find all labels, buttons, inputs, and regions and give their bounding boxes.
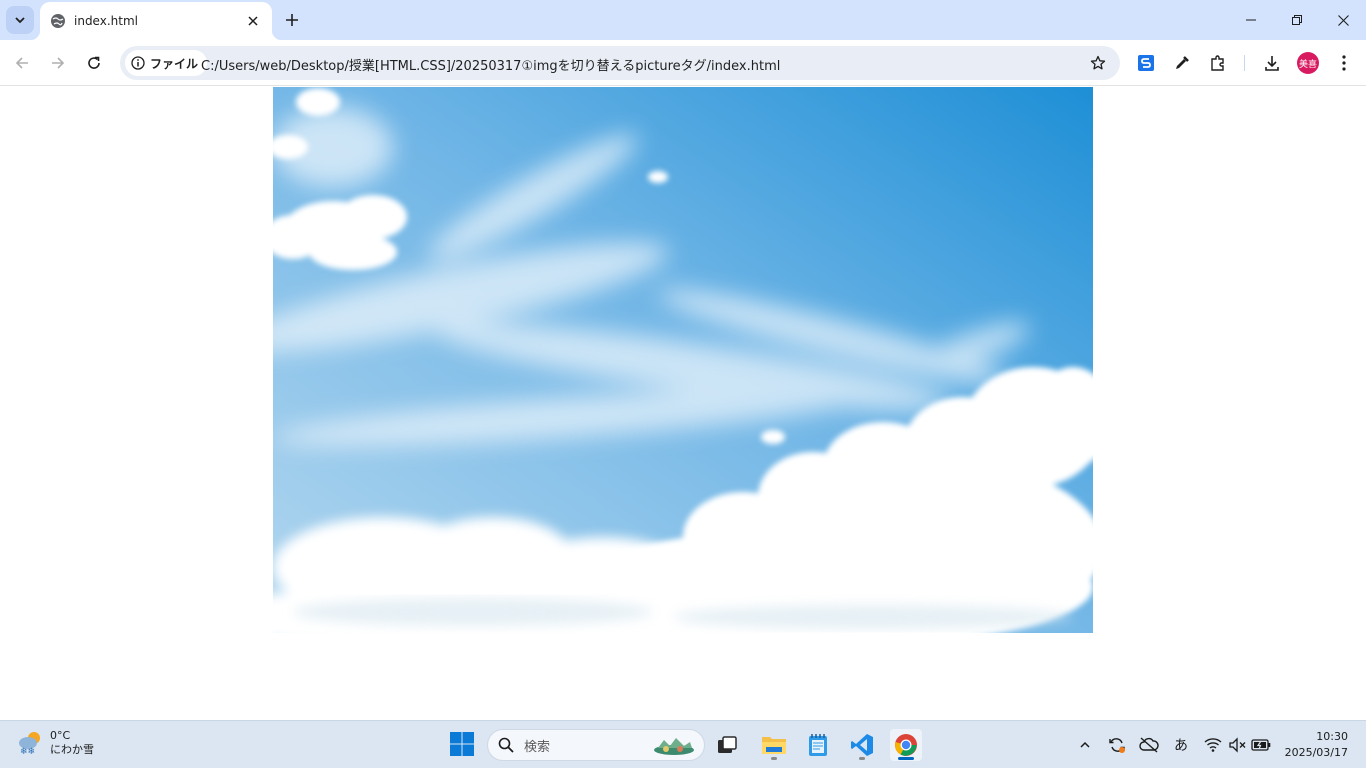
tab-title: index.html [74,14,138,28]
tab-strip: index.html [0,0,1366,40]
minimize-button[interactable] [1228,0,1274,40]
toolbar-separator [1244,55,1245,71]
arrow-left-icon [15,57,28,69]
browser-toolbar: ファイル C:/Users/web/Desktop/授業[HTML.CSS]/2… [0,40,1366,86]
extension-s-icon [1138,55,1154,71]
eyedropper-button[interactable] [1170,51,1194,75]
search-highlight-icon [654,738,694,755]
weather-widget[interactable]: ❄❄ 0°C にわか雪 [16,729,94,757]
info-icon [131,56,145,70]
plus-icon [286,14,298,26]
chevron-up-icon [1080,741,1090,748]
vscode-button[interactable] [846,729,878,761]
onedrive-button[interactable] [1139,735,1159,755]
battery-button[interactable] [1251,735,1271,755]
close-window-button[interactable] [1320,0,1366,40]
tab-active[interactable]: index.html [30,2,282,40]
star-icon [1090,55,1106,70]
minimize-icon [1246,19,1256,21]
back-button[interactable] [8,49,36,77]
bookmark-button[interactable] [1088,53,1108,73]
restore-button[interactable] [1274,0,1320,40]
app-running-indicator [771,757,777,760]
snow-cloud-icon: ❄❄ [19,732,40,757]
windows-logo-icon [450,732,474,756]
download-icon [1265,56,1279,71]
extensions-button[interactable] [1206,51,1230,75]
cloud-off-icon [1139,737,1159,753]
downloads-button[interactable] [1260,51,1284,75]
search-icon [498,737,514,753]
task-view-icon [718,736,737,753]
battery-charging-icon [1251,739,1271,751]
clock-time: 10:30 [1316,730,1348,743]
svg-text:❄❄: ❄❄ [20,747,35,757]
chevron-down-icon [15,17,25,24]
reload-icon [88,56,100,69]
sync-tray-button[interactable] [1107,735,1127,755]
volume-button[interactable] [1227,735,1247,755]
volume-muted-icon [1229,737,1246,753]
chrome-icon [895,734,917,756]
eyedropper-icon [1176,56,1189,69]
more-vertical-icon [1342,55,1346,71]
start-button[interactable] [449,731,475,757]
search-placeholder: 検索 [524,739,551,755]
weather-condition: にわか雪 [50,743,94,756]
taskbar: ❄❄ 0°C にわか雪 検索 あ 10:30 2025/03/17 [0,720,1366,768]
taskbar-search[interactable]: 検索 [487,729,705,761]
app-active-indicator [898,757,914,760]
site-chip-label: ファイル [150,56,199,71]
restore-icon [1292,15,1302,25]
app-running-indicator [859,757,865,760]
sky-image [273,87,1093,633]
globe-icon [50,13,66,29]
close-icon [1337,14,1349,26]
task-view-button[interactable] [711,729,743,761]
folder-icon [762,737,786,754]
chrome-button[interactable] [890,729,922,761]
arrow-right-icon [52,57,65,69]
taskbar-clock[interactable]: 10:30 2025/03/17 [1285,729,1348,761]
reload-button[interactable] [80,49,108,77]
ime-indicator[interactable]: あ [1171,735,1191,755]
notepad-button[interactable] [802,729,834,761]
wifi-button[interactable] [1203,735,1223,755]
tray-overflow-button[interactable] [1075,735,1095,755]
menu-button[interactable] [1332,51,1356,75]
site-info-chip[interactable]: ファイル [125,50,208,76]
clock-date: 2025/03/17 [1284,746,1348,759]
puzzle-icon [1211,55,1224,71]
sync-icon [1109,738,1125,753]
address-bar[interactable]: ファイル C:/Users/web/Desktop/授業[HTML.CSS]/2… [120,46,1120,80]
new-tab-button[interactable] [280,8,304,32]
page-content [0,87,1366,720]
weather-temperature: 0°C [50,729,71,742]
extension-s-button[interactable] [1134,51,1158,75]
close-tab-icon[interactable] [244,12,262,30]
file-explorer-button[interactable] [758,729,790,761]
url-text[interactable]: C:/Users/web/Desktop/授業[HTML.CSS]/202503… [201,55,780,74]
forward-button[interactable] [44,49,72,77]
vscode-icon [851,734,873,756]
wifi-icon [1204,738,1222,752]
window-controls [1228,0,1366,40]
profile-avatar[interactable]: 美喜 [1297,52,1319,74]
notepad-icon [809,734,827,756]
